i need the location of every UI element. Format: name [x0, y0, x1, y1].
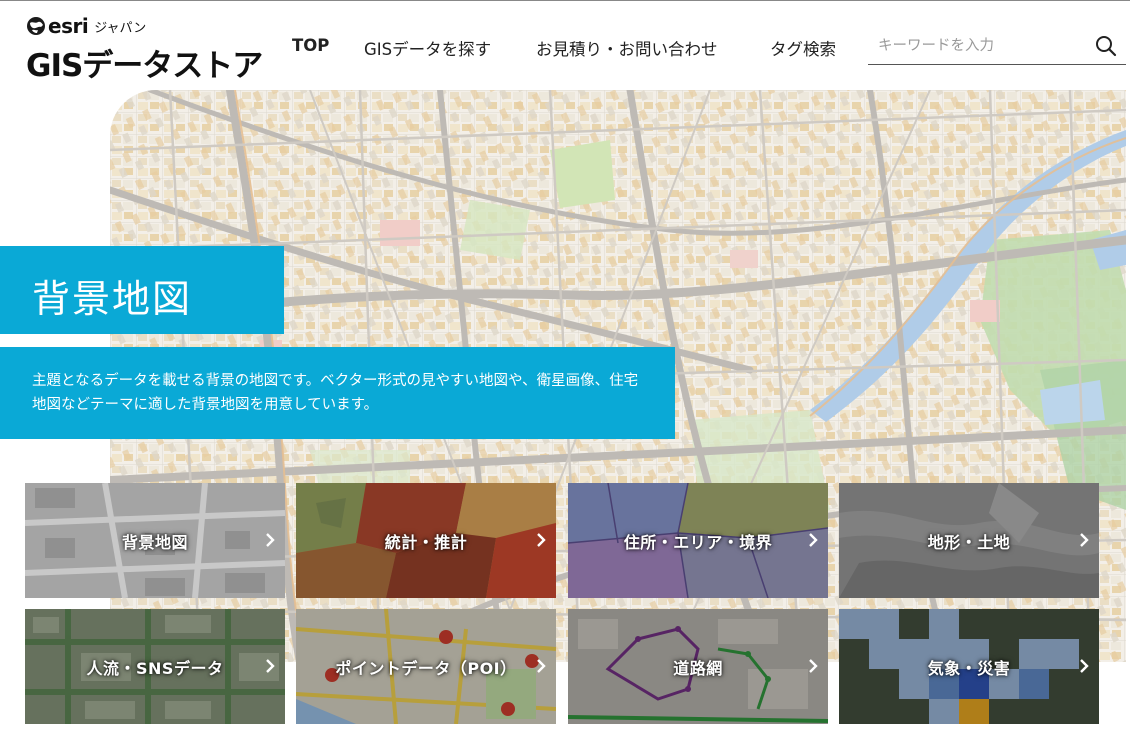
chevron-right-icon — [266, 533, 275, 547]
header-top-border — [0, 0, 1130, 1]
category-label: 住所・エリア・境界 — [623, 532, 773, 552]
logo-title: GISデータストア — [26, 48, 263, 84]
chevron-right-icon — [809, 659, 818, 673]
category-point-data-poi[interactable]: ポイントデータ（POI） — [296, 609, 556, 724]
category-statistics[interactable]: 統計・推計 — [296, 483, 556, 598]
nav-top[interactable]: TOP — [292, 36, 329, 58]
category-label: 気象・災害 — [927, 658, 1011, 678]
category-label: ポイントデータ（POI） — [335, 658, 517, 678]
hero-title: 背景地図 — [32, 277, 193, 321]
category-label: 背景地図 — [121, 532, 188, 552]
esri-globe-icon — [27, 17, 45, 35]
nav-find-data[interactable]: GISデータを探す — [364, 36, 491, 59]
chevron-right-icon — [537, 659, 546, 673]
category-road-network[interactable]: 道路網 — [568, 609, 828, 724]
chevron-right-icon — [266, 659, 275, 673]
chevron-right-icon — [537, 533, 546, 547]
chevron-right-icon — [1080, 659, 1089, 673]
logo-brand: esri — [48, 14, 89, 38]
hero-title-box: 背景地図 — [0, 246, 284, 334]
hero-description: 主題となるデータを載せる背景の地図です。ベクター形式の見やすい地図や、衛星画像、… — [32, 373, 639, 413]
category-label: 人流・SNSデータ — [86, 658, 224, 678]
category-basemap[interactable]: 背景地図 — [25, 483, 285, 598]
category-label: 統計・推計 — [384, 532, 468, 552]
site-logo[interactable]: esri ジャパン GISデータストア — [26, 14, 284, 84]
chevron-right-icon — [809, 533, 818, 547]
category-label: 地形・土地 — [927, 532, 1011, 552]
nav-tag-search[interactable]: タグ検索 — [770, 36, 836, 59]
category-terrain-land[interactable]: 地形・土地 — [839, 483, 1099, 598]
category-weather-disaster[interactable]: 気象・災害 — [839, 609, 1099, 724]
search-box — [868, 26, 1126, 65]
category-label: 道路網 — [673, 658, 723, 678]
category-people-flow-sns[interactable]: 人流・SNSデータ — [25, 609, 285, 724]
category-address-area-boundary[interactable]: 住所・エリア・境界 — [568, 483, 828, 598]
search-icon[interactable] — [1094, 34, 1118, 58]
chevron-right-icon — [1080, 533, 1089, 547]
hero-description-box: 主題となるデータを載せる背景の地図です。ベクター形式の見やすい地図や、衛星画像、… — [0, 347, 675, 439]
logo-region: ジャパン — [94, 20, 147, 36]
search-input[interactable] — [876, 32, 1090, 60]
nav-quote-contact[interactable]: お見積り・お問い合わせ — [536, 36, 718, 59]
